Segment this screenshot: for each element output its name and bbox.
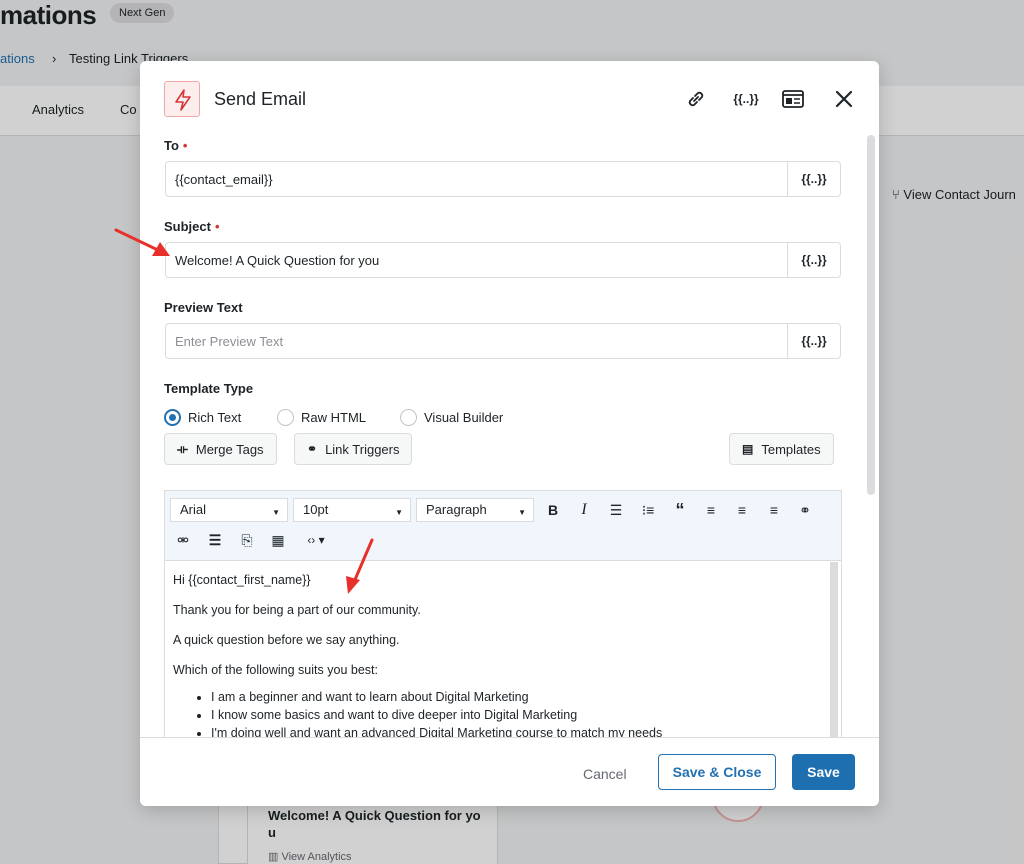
annotation-arrow-icon <box>346 538 374 594</box>
horizontal-line-icon[interactable]: ☰ <box>203 529 227 551</box>
bullet-list-icon[interactable]: ☰ <box>604 499 628 521</box>
to-merge-tag-button[interactable]: {{..}} <box>787 162 840 196</box>
link-icon: ⚭ <box>307 442 318 456</box>
radio-rich-text[interactable]: Rich Text <box>164 409 241 426</box>
preview-text-input[interactable] <box>166 324 788 358</box>
radio-empty-icon <box>400 409 417 426</box>
preview-merge-tag-button[interactable]: {{..}} <box>787 324 840 358</box>
subject-merge-tag-button[interactable]: {{..}} <box>787 243 840 277</box>
templates-button[interactable]: ▤ Templates <box>729 433 834 465</box>
editor-toolbar: Arial ▼ 10pt ▼ Paragraph ▼ B I ☰ ⁝≡ “ ≡ ≡ ≡… <box>165 491 841 561</box>
merge-tags-button[interactable]: ⟛ Merge Tags <box>164 433 277 465</box>
merge-tags-icon: ⟛ <box>177 441 188 456</box>
italic-icon[interactable]: I <box>572 499 596 521</box>
paste-text-icon[interactable]: ⎘ <box>235 529 259 551</box>
preview-text-label: Preview Text <box>164 300 243 315</box>
editor-content[interactable]: Hi {{contact_first_name}} Thank you for … <box>165 562 829 737</box>
template-icon[interactable] <box>779 85 807 113</box>
content-paragraph: Thank you for being a part of our commun… <box>173 603 421 617</box>
send-email-modal: Send Email {{..}} To• {{..}} Subject• {{… <box>140 61 879 806</box>
lightning-icon <box>164 81 200 117</box>
editor-scrollbar[interactable] <box>830 562 838 737</box>
modal-header: Send Email {{..}} <box>140 61 879 133</box>
modal-body: To• {{..}} Subject• {{..}} Preview Text … <box>140 133 879 737</box>
radio-selected-icon <box>164 409 181 426</box>
template-type-radios: Rich Text Raw HTML Visual Builder <box>164 409 664 429</box>
cancel-button[interactable]: Cancel <box>583 766 627 782</box>
annotation-arrow-icon <box>114 228 170 256</box>
block-format-select[interactable]: Paragraph ▼ <box>416 498 534 522</box>
link-icon[interactable] <box>682 85 710 113</box>
content-paragraph: Which of the following suits you best: <box>173 663 378 677</box>
align-right-icon[interactable]: ≡ <box>762 499 786 521</box>
preview-text-field[interactable]: {{..}} <box>165 323 841 359</box>
save-close-button[interactable]: Save & Close <box>658 754 776 790</box>
unlink-icon[interactable]: ⚮ <box>171 529 195 551</box>
rich-text-editor: Arial ▼ 10pt ▼ Paragraph ▼ B I ☰ ⁝≡ “ ≡ ≡ ≡… <box>164 490 842 737</box>
content-paragraph: Hi {{contact_first_name}} <box>173 573 311 587</box>
merge-tag-icon[interactable]: {{..}} <box>732 85 760 113</box>
modal-scrollbar[interactable] <box>867 135 875 495</box>
list-item: I'm doing well and want an advanced Digi… <box>211 724 821 737</box>
radio-raw-html[interactable]: Raw HTML <box>277 409 366 426</box>
align-center-icon[interactable]: ≡ <box>730 499 754 521</box>
to-label: To • <box>164 138 188 153</box>
list-item: I am a beginner and want to learn about … <box>211 688 821 706</box>
radio-empty-icon <box>277 409 294 426</box>
content-paragraph: A quick question before we say anything. <box>173 633 400 647</box>
link-triggers-button[interactable]: ⚭ Link Triggers <box>294 433 413 465</box>
radio-visual-builder[interactable]: Visual Builder <box>400 409 503 426</box>
insert-link-icon[interactable]: ⚭ <box>793 499 817 521</box>
subject-field[interactable]: {{..}} <box>165 242 841 278</box>
template-type-label: Template Type <box>164 381 254 396</box>
blockquote-icon[interactable]: “ <box>668 499 692 521</box>
table-icon[interactable]: ▦ <box>266 529 290 551</box>
source-code-icon[interactable]: ‹› ▾ <box>298 529 334 551</box>
list-item: I know some basics and want to dive deep… <box>211 706 821 724</box>
font-family-select[interactable]: Arial ▼ <box>170 498 288 522</box>
numbered-list-icon[interactable]: ⁝≡ <box>636 499 660 521</box>
templates-icon: ▤ <box>742 442 754 456</box>
to-input[interactable] <box>166 162 788 196</box>
content-list: I am a beginner and want to learn about … <box>211 688 821 737</box>
font-size-select[interactable]: 10pt ▼ <box>293 498 411 522</box>
close-icon[interactable] <box>830 85 858 113</box>
modal-footer: Cancel Save & Close Save <box>140 737 879 806</box>
save-button[interactable]: Save <box>792 754 855 790</box>
modal-title: Send Email <box>214 89 307 109</box>
bold-icon[interactable]: B <box>541 499 565 521</box>
to-field[interactable]: {{..}} <box>165 161 841 197</box>
subject-input[interactable] <box>166 243 788 277</box>
align-left-icon[interactable]: ≡ <box>699 499 723 521</box>
